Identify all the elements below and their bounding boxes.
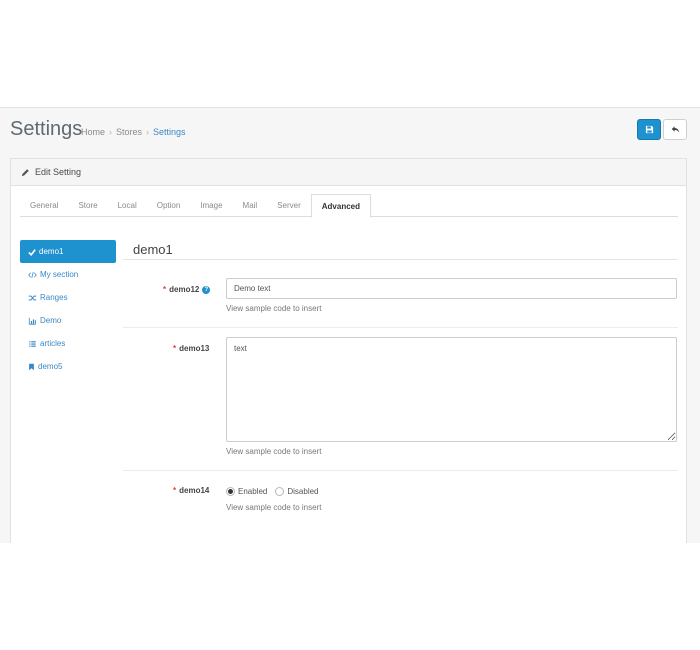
reply-icon [671, 126, 679, 133]
divider [123, 327, 678, 328]
field-label-text: demo12 [169, 285, 200, 294]
demo13-textarea[interactable]: text [226, 337, 677, 442]
tab-general[interactable]: General [20, 194, 68, 217]
sidebar-item-ranges[interactable]: Ranges [20, 286, 116, 309]
sidebar-item-label: demo1 [39, 247, 64, 256]
demo14-radio-group: Enabled Disabled [226, 487, 327, 496]
save-icon [645, 125, 653, 134]
breadcrumb-separator: › [146, 127, 150, 137]
sidebar-item-label: Ranges [40, 293, 68, 302]
app-frame: Settings Home › Stores › Settings Edit S… [0, 107, 700, 543]
sidebar-item-label: My section [40, 270, 79, 279]
section-sidebar: demo1 My section Ranges Demo articles de… [20, 240, 116, 378]
field-label-demo12: * demo12 ? [163, 285, 211, 294]
divider [123, 259, 678, 260]
field-label-text: demo13 [179, 344, 210, 353]
required-mark: * [173, 486, 177, 495]
tab-mail[interactable]: Mail [233, 194, 268, 217]
bookmark-icon [28, 363, 35, 371]
radio-enabled-label[interactable]: Enabled [238, 487, 267, 496]
page-title: Settings [10, 118, 83, 140]
help-text: View sample code to insert [226, 304, 322, 313]
divider [123, 470, 678, 471]
sidebar-item-demo5[interactable]: demo5 [20, 355, 116, 378]
help-text: View sample code to insert [226, 503, 322, 512]
sidebar-item-label: demo5 [38, 362, 63, 371]
radio-disabled-label[interactable]: Disabled [287, 487, 318, 496]
tab-image[interactable]: Image [190, 194, 232, 217]
check-icon [28, 248, 36, 256]
sidebar-item-articles[interactable]: articles [20, 332, 116, 355]
tab-option[interactable]: Option [147, 194, 191, 217]
tab-advanced[interactable]: Advanced [310, 194, 371, 218]
demo12-input[interactable] [226, 278, 677, 299]
breadcrumb-stores[interactable]: Stores [116, 127, 142, 137]
help-text: View sample code to insert [226, 447, 322, 456]
tab-server[interactable]: Server [267, 194, 311, 217]
page-header: Settings Home › Stores › Settings [0, 108, 700, 158]
breadcrumb-settings[interactable]: Settings [153, 127, 186, 137]
code-icon [28, 271, 37, 279]
field-label-demo13: * demo13 [173, 344, 209, 353]
field-label-text: demo14 [179, 486, 210, 495]
tab-store[interactable]: Store [68, 194, 107, 217]
breadcrumb: Home › Stores › Settings [81, 127, 186, 137]
sidebar-item-label: articles [40, 339, 66, 348]
bar-chart-icon [28, 317, 37, 325]
panel-heading: Edit Setting [11, 159, 686, 186]
back-button[interactable] [663, 119, 687, 140]
pencil-icon [21, 168, 29, 176]
list-icon [28, 340, 37, 348]
breadcrumb-separator: › [109, 127, 113, 137]
breadcrumb-home[interactable]: Home [81, 127, 105, 137]
sidebar-item-demo[interactable]: Demo [20, 309, 116, 332]
help-icon[interactable]: ? [202, 285, 211, 294]
required-mark: * [163, 285, 167, 294]
required-mark: * [173, 344, 177, 353]
settings-tabs: General Store Local Option Image Mail Se… [20, 194, 678, 218]
sidebar-item-label: Demo [40, 316, 62, 325]
panel-heading-text: Edit Setting [35, 167, 82, 177]
field-label-demo14: * demo14 [173, 486, 209, 495]
radio-disabled[interactable] [275, 487, 285, 496]
random-icon [28, 294, 37, 302]
save-button[interactable] [637, 119, 661, 140]
sidebar-item-demo1[interactable]: demo1 [20, 240, 116, 263]
edit-setting-panel: Edit Setting General Store Local Option … [10, 158, 687, 543]
radio-enabled[interactable] [226, 487, 235, 496]
sidebar-item-my-section[interactable]: My section [20, 263, 116, 286]
tab-local[interactable]: Local [108, 194, 147, 217]
section-title: demo1 [133, 242, 173, 257]
